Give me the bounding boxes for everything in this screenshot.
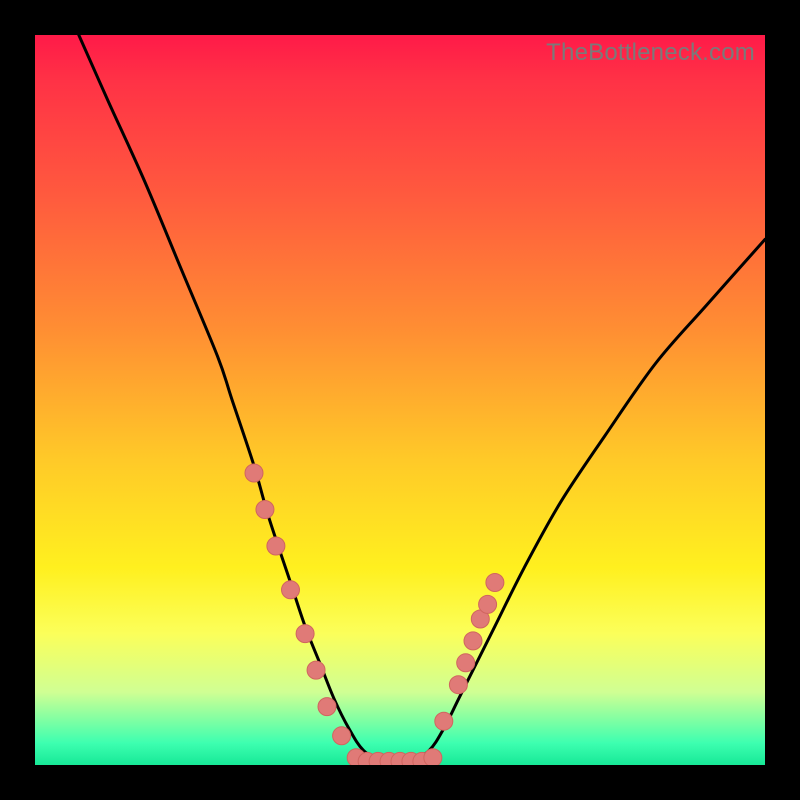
line-group (79, 35, 765, 765)
series-left-curve (79, 35, 386, 765)
data-marker (449, 676, 467, 694)
marker-group (245, 464, 504, 765)
data-marker (296, 625, 314, 643)
data-marker (267, 537, 285, 555)
data-marker (424, 749, 442, 765)
chart-frame: TheBottleneck.com (0, 0, 800, 800)
data-marker (245, 464, 263, 482)
data-marker (479, 595, 497, 613)
data-marker (435, 712, 453, 730)
data-marker (464, 632, 482, 650)
data-marker (486, 574, 504, 592)
data-marker (318, 698, 336, 716)
data-marker (333, 727, 351, 745)
data-marker (307, 661, 325, 679)
data-marker (256, 501, 274, 519)
chart-svg (35, 35, 765, 765)
plot-area: TheBottleneck.com (35, 35, 765, 765)
data-marker (457, 654, 475, 672)
data-marker (282, 581, 300, 599)
